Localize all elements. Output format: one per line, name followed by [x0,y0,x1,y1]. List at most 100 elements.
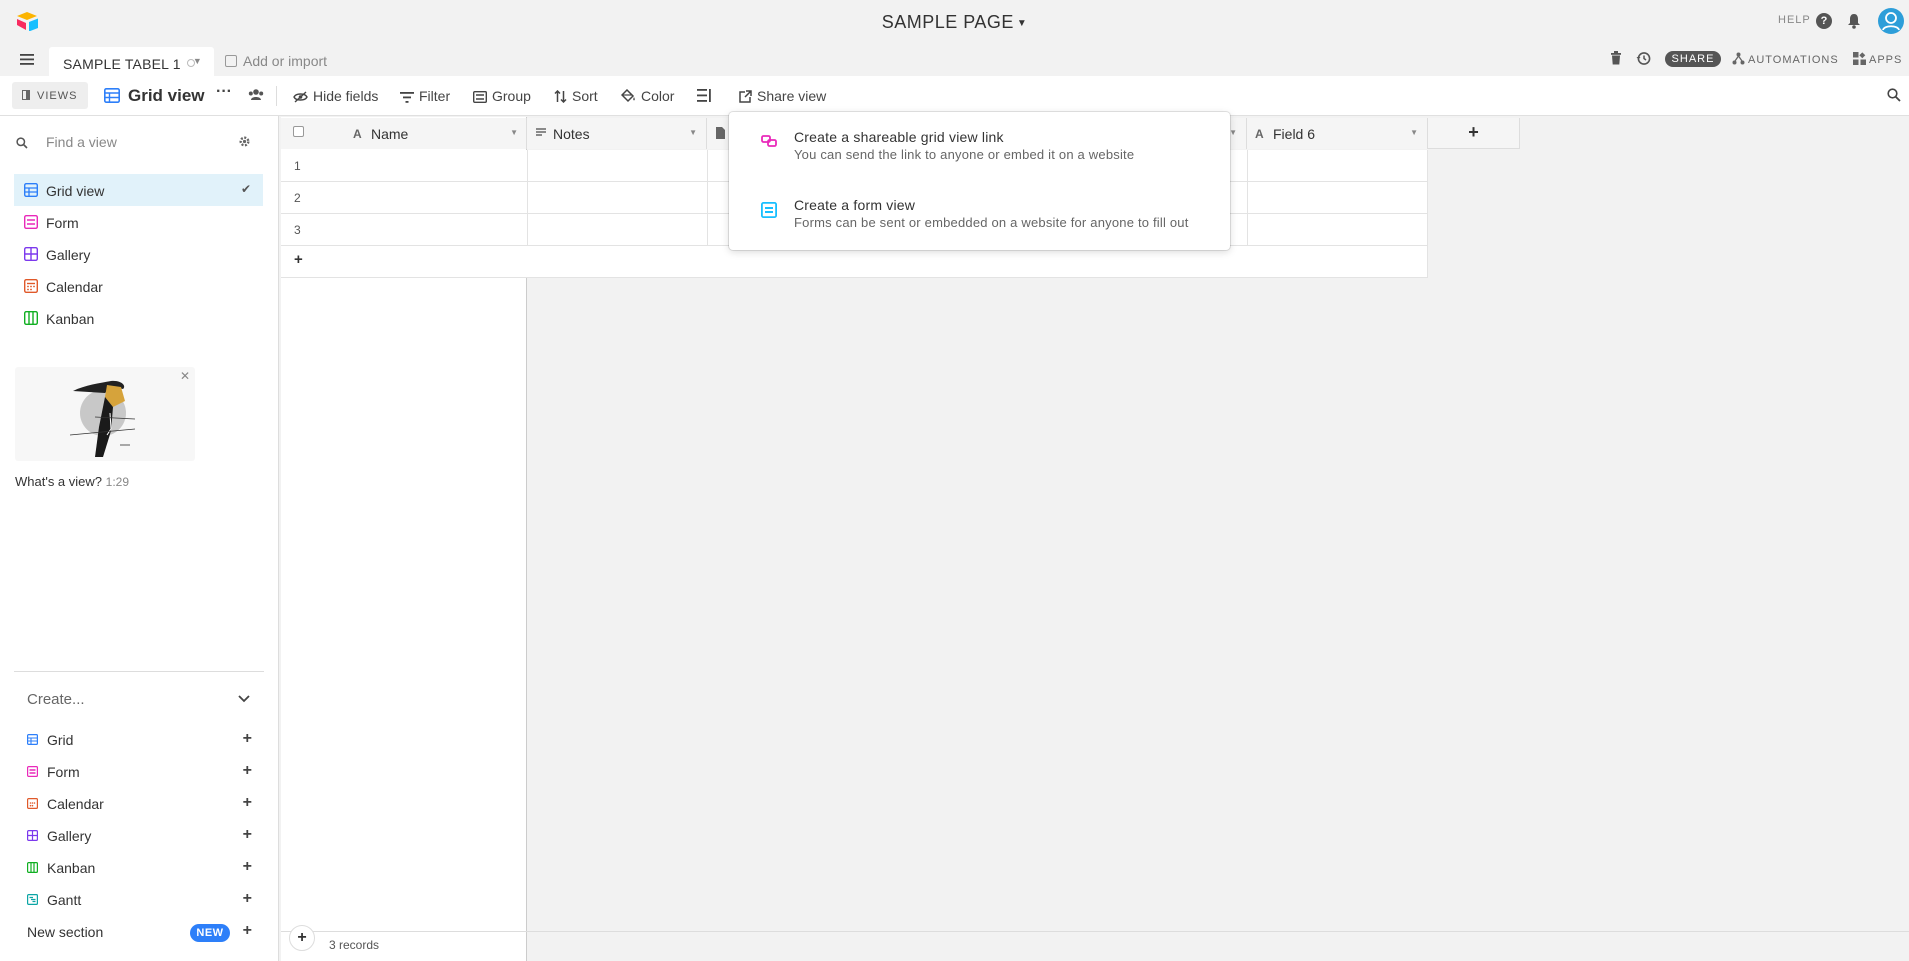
link-icon [761,134,777,148]
gallery-view-icon [24,247,38,261]
plus-icon: + [242,794,252,811]
eye-slash-icon [293,91,308,103]
chevron-down-icon[interactable]: ▼ [689,128,697,137]
bell-icon[interactable] [1847,13,1861,29]
hamburger-menu-icon[interactable] [20,54,34,65]
gear-icon[interactable] [238,135,251,148]
form-view-icon [24,215,38,229]
cell-divider [707,150,708,246]
automations-button[interactable]: AUTOMATIONS [1732,52,1839,66]
add-row-button[interactable]: + [294,251,303,268]
column-header-name[interactable]: A Name ▼ [345,118,527,149]
filter-button[interactable]: Filter [400,88,450,104]
gantt-view-icon [27,894,38,905]
sidebar-view-grid[interactable]: Grid view ✔ [14,174,263,206]
sidebar-view-kanban[interactable]: Kanban [14,302,263,334]
calendar-view-icon [24,279,38,293]
apps-button[interactable]: APPS [1853,52,1902,66]
collaborators-icon[interactable] [248,88,264,102]
views-toggle-button[interactable]: VIEWS [12,82,88,109]
share-view-button[interactable]: Share view [739,88,826,104]
form-view-icon [27,766,38,777]
row-number: 1 [294,159,301,173]
checkmark-icon: ✔ [240,182,251,196]
search-icon[interactable] [1887,88,1901,102]
group-icon [473,91,487,103]
create-form-view-option[interactable]: Create a form view Forms can be sent or … [729,180,1230,236]
row-height-icon[interactable] [697,89,711,102]
select-all-checkbox[interactable] [293,126,304,137]
sidebar-view-gallery[interactable]: Gallery [14,238,263,270]
user-avatar[interactable] [1878,8,1904,34]
row-number: 2 [294,191,301,205]
create-shareable-link-option[interactable]: Create a shareable grid view link You ca… [729,112,1230,168]
sidebar-view-calendar[interactable]: Calendar [14,270,263,302]
column-header-notes[interactable]: Notes ▼ [527,118,707,149]
kanban-view-icon [24,311,38,325]
attachment-field-icon [715,127,726,139]
long-text-field-icon [535,127,547,137]
new-badge: NEW [190,924,230,942]
help-icon[interactable]: ? [1816,13,1832,29]
add-box-icon [225,55,237,67]
plus-icon: + [242,890,252,907]
chevron-down-icon: ▼ [1016,17,1028,29]
plus-icon: + [242,826,252,843]
history-icon[interactable] [1636,51,1651,66]
record-count: 3 records [329,938,380,952]
views-sidebar: Find a view Grid view ✔ Form Gallery Cal… [0,116,279,961]
cell-divider [1427,150,1428,278]
add-row-row[interactable] [281,246,1428,278]
form-view-icon [761,202,777,218]
color-button[interactable]: Color [621,88,674,104]
trash-icon[interactable] [1610,51,1622,65]
chevron-down-icon[interactable]: ▼ [193,56,202,66]
add-record-button[interactable]: + [289,925,315,951]
sidebar-divider [14,671,264,672]
sort-button[interactable]: Sort [554,88,598,104]
cell-divider [527,150,528,246]
view-toolbar: VIEWS Grid view ··· Hide fields Filter G… [0,76,1909,116]
plus-icon: + [242,858,252,875]
sidebar-view-form[interactable]: Form [14,206,263,238]
row-number: 3 [294,223,301,237]
filter-icon [400,92,414,103]
share-external-icon [739,90,752,103]
calendar-view-icon [27,798,38,809]
chevron-down-icon[interactable] [238,695,250,703]
column-header-field-6[interactable]: A Field 6 ▼ [1247,118,1428,149]
plus-icon: + [242,730,252,747]
current-view-name[interactable]: Grid view [128,86,205,106]
sidebar-icon [22,90,30,100]
chevron-down-icon[interactable]: ▼ [1410,128,1418,137]
share-view-popup: Create a shareable grid view link You ca… [729,112,1230,250]
gallery-view-icon [27,830,38,841]
tab-sample-tabel-1[interactable]: SAMPLE TABEL 1 ▼ [49,47,214,76]
hide-fields-button[interactable]: Hide fields [293,88,378,104]
page-title[interactable]: SAMPLE PAGE ▼ [0,12,1909,33]
whats-a-view-video-thumbnail[interactable] [15,367,195,461]
share-button[interactable]: SHARE [1665,51,1721,67]
chevron-down-icon[interactable]: ▼ [510,128,518,137]
grid-view-icon [27,734,38,745]
cell-divider [1247,150,1248,246]
search-icon [16,137,28,149]
plus-icon: + [242,762,252,779]
text-field-icon: A [353,127,362,141]
text-field-icon: A [1255,127,1264,141]
sort-icon [554,90,567,103]
view-more-options-button[interactable]: ··· [216,83,232,101]
whats-a-view-link[interactable]: What's a view? 1:29 [15,474,129,489]
grid-footer [281,931,1909,961]
find-view-input[interactable]: Find a view [46,134,117,150]
add-field-button[interactable]: + [1428,118,1520,149]
add-or-import-button[interactable]: Add or import [225,53,327,69]
help-link[interactable]: HELP [1778,14,1811,26]
group-button[interactable]: Group [473,88,531,104]
paint-bucket-icon [621,89,636,103]
plus-icon: + [242,922,252,939]
kanban-view-icon [27,862,38,873]
close-icon[interactable]: ✕ [180,369,190,383]
create-section-toggle[interactable]: Create... [27,691,85,708]
chevron-down-icon[interactable]: ▼ [1229,128,1237,137]
